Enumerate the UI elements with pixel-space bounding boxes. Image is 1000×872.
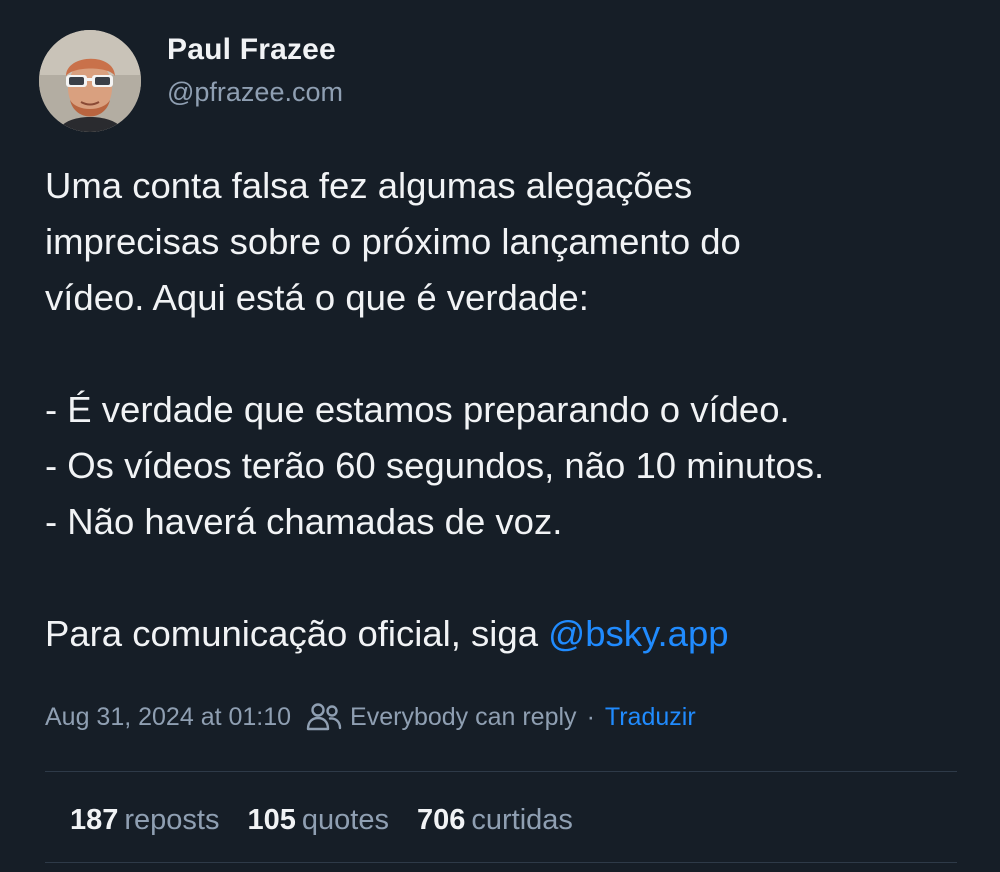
post-text: Uma conta falsa fez algumas alegações im… <box>45 158 975 662</box>
post-line: imprecisas sobre o próximo lançamento do <box>45 221 741 262</box>
divider <box>45 771 957 772</box>
reposts-count: 187 <box>70 803 119 836</box>
reply-setting: Everybody can reply <box>350 702 577 731</box>
likes-label: curtidas <box>471 803 573 836</box>
post-meta: Aug 31, 2024 at 01:10 Everybody can repl… <box>45 697 696 737</box>
post-line: Para comunicação oficial, siga <box>45 613 549 654</box>
reposts-label: reposts <box>124 803 220 836</box>
people-icon <box>305 701 343 733</box>
post-line: Uma conta falsa fez algumas alegações <box>45 165 693 206</box>
post-line: - É verdade que estamos preparando o víd… <box>45 389 790 430</box>
post-line: - Não haverá chamadas de voz. <box>45 501 563 542</box>
mention-link[interactable]: @bsky.app <box>548 613 728 654</box>
likes-count: 706 <box>416 803 466 836</box>
author-handle[interactable]: @pfrazee.com <box>167 77 343 108</box>
timestamp[interactable]: Aug 31, 2024 at 01:10 <box>45 703 291 732</box>
engagement-stats: 187 reposts 105 quotes 706 curtidas <box>70 799 601 841</box>
likes-stat[interactable]: 706 curtidas <box>417 804 573 837</box>
meta-separator: · <box>586 702 595 731</box>
quotes-count: 105 <box>247 803 296 836</box>
avatar-image <box>39 30 141 132</box>
divider <box>45 862 957 863</box>
quotes-label: quotes <box>301 803 389 836</box>
translate-link[interactable]: Traduzir <box>605 703 696 732</box>
avatar[interactable] <box>39 30 141 132</box>
post-line: vídeo. Aqui está o que é verdade: <box>45 277 589 318</box>
post-line-with-mention: Para comunicação oficial, siga @bsky.app <box>45 606 975 662</box>
quotes-stat[interactable]: 105 quotes <box>248 804 389 837</box>
author-name[interactable]: Paul Frazee <box>167 33 336 67</box>
reposts-stat[interactable]: 187 reposts <box>70 804 220 837</box>
post-line: - Os vídeos terão 60 segundos, não 10 mi… <box>45 445 825 486</box>
